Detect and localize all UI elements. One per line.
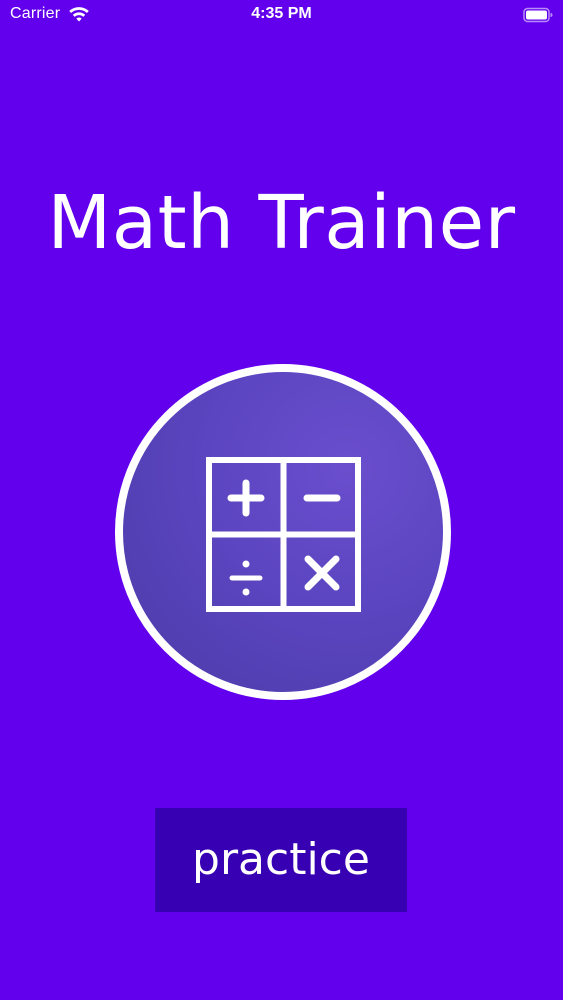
practice-button[interactable]: practice <box>155 808 407 912</box>
battery-icon <box>523 7 553 23</box>
status-time: 4:35 PM <box>251 5 312 22</box>
status-bar: Carrier 4:35 PM <box>0 0 563 30</box>
app-title: Math Trainer <box>47 180 516 266</box>
logo-circle <box>115 364 451 700</box>
calculator-operations-icon <box>206 457 361 612</box>
